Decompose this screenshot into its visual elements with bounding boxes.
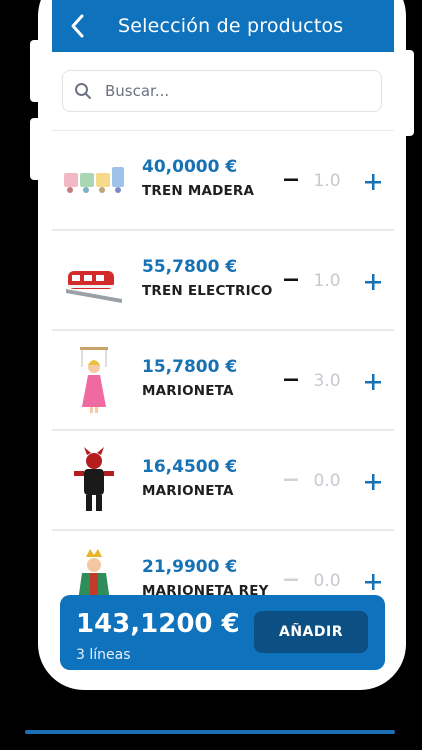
product-price: 40,0000 €: [142, 157, 238, 177]
marionette-princess-thumbnail: [80, 347, 108, 413]
wooden-train-thumbnail: [64, 167, 124, 193]
decrement-button[interactable]: [278, 467, 304, 493]
search-icon: [63, 82, 103, 100]
electric-train-thumbnail: [66, 271, 122, 303]
product-name: MARIONETA: [142, 483, 234, 499]
plus-icon: [365, 174, 381, 190]
product-name: MARIONETA: [142, 383, 234, 399]
product-row[interactable]: 16,4500 € MARIONETA 0.0: [52, 430, 394, 530]
product-price: 21,9900 €: [142, 557, 238, 577]
product-name: TREN MADERA: [142, 183, 255, 199]
increment-button[interactable]: [360, 469, 386, 495]
product-price: 55,7800 €: [142, 257, 238, 277]
quantity-value: 3.0: [313, 371, 341, 391]
chevron-left-icon: [71, 14, 84, 38]
decrement-button[interactable]: [278, 167, 304, 193]
increment-button[interactable]: [360, 569, 386, 595]
plus-icon: [365, 274, 381, 290]
plus-icon: [365, 474, 381, 490]
quantity-value: 1.0: [313, 171, 341, 191]
product-row[interactable]: 55,7800 € TREN ELECTRICO 1.0: [52, 230, 394, 330]
product-row[interactable]: 21,9900 € MARIONETA REY 0.0: [52, 530, 394, 600]
product-name: TREN ELECTRICO: [142, 283, 273, 299]
product-row[interactable]: 40,0000 € TREN MADERA 1.0: [52, 130, 394, 230]
line-count: 3 líneas: [76, 647, 131, 663]
decrement-button[interactable]: [278, 567, 304, 593]
decrement-button[interactable]: [278, 267, 304, 293]
product-list: 40,0000 € TREN MADERA 1.0 55,7800 € TREN…: [52, 130, 394, 600]
quantity-value: 0.0: [313, 571, 341, 591]
page-title: Selección de productos: [118, 15, 344, 37]
product-price: 15,7800 €: [142, 357, 238, 377]
increment-button[interactable]: [360, 169, 386, 195]
marionette-devil-thumbnail: [74, 447, 114, 511]
plus-icon: [365, 374, 381, 390]
minus-icon: [284, 178, 298, 181]
quantity-value: 0.0: [313, 471, 341, 491]
decrement-button[interactable]: [278, 367, 304, 393]
order-total: 143,1200 €: [76, 609, 240, 639]
add-button[interactable]: AÑADIR: [254, 611, 368, 653]
product-row[interactable]: 15,7800 € MARIONETA 3.0: [52, 330, 394, 430]
order-summary-bar: 143,1200 € 3 líneas AÑADIR: [60, 595, 385, 670]
minus-icon: [284, 278, 298, 281]
increment-button[interactable]: [360, 269, 386, 295]
increment-button[interactable]: [360, 369, 386, 395]
plus-icon: [365, 574, 381, 590]
product-price: 16,4500 €: [142, 457, 238, 477]
minus-icon: [284, 478, 298, 481]
marionette-king-thumbnail: [78, 549, 110, 600]
app-header: Selección de productos: [52, 0, 394, 52]
home-indicator: [25, 730, 395, 734]
search-input[interactable]: [103, 81, 357, 101]
back-button[interactable]: [52, 0, 104, 52]
minus-icon: [284, 578, 298, 581]
minus-icon: [284, 378, 298, 381]
quantity-value: 1.0: [313, 271, 341, 291]
search-box[interactable]: [62, 70, 382, 112]
